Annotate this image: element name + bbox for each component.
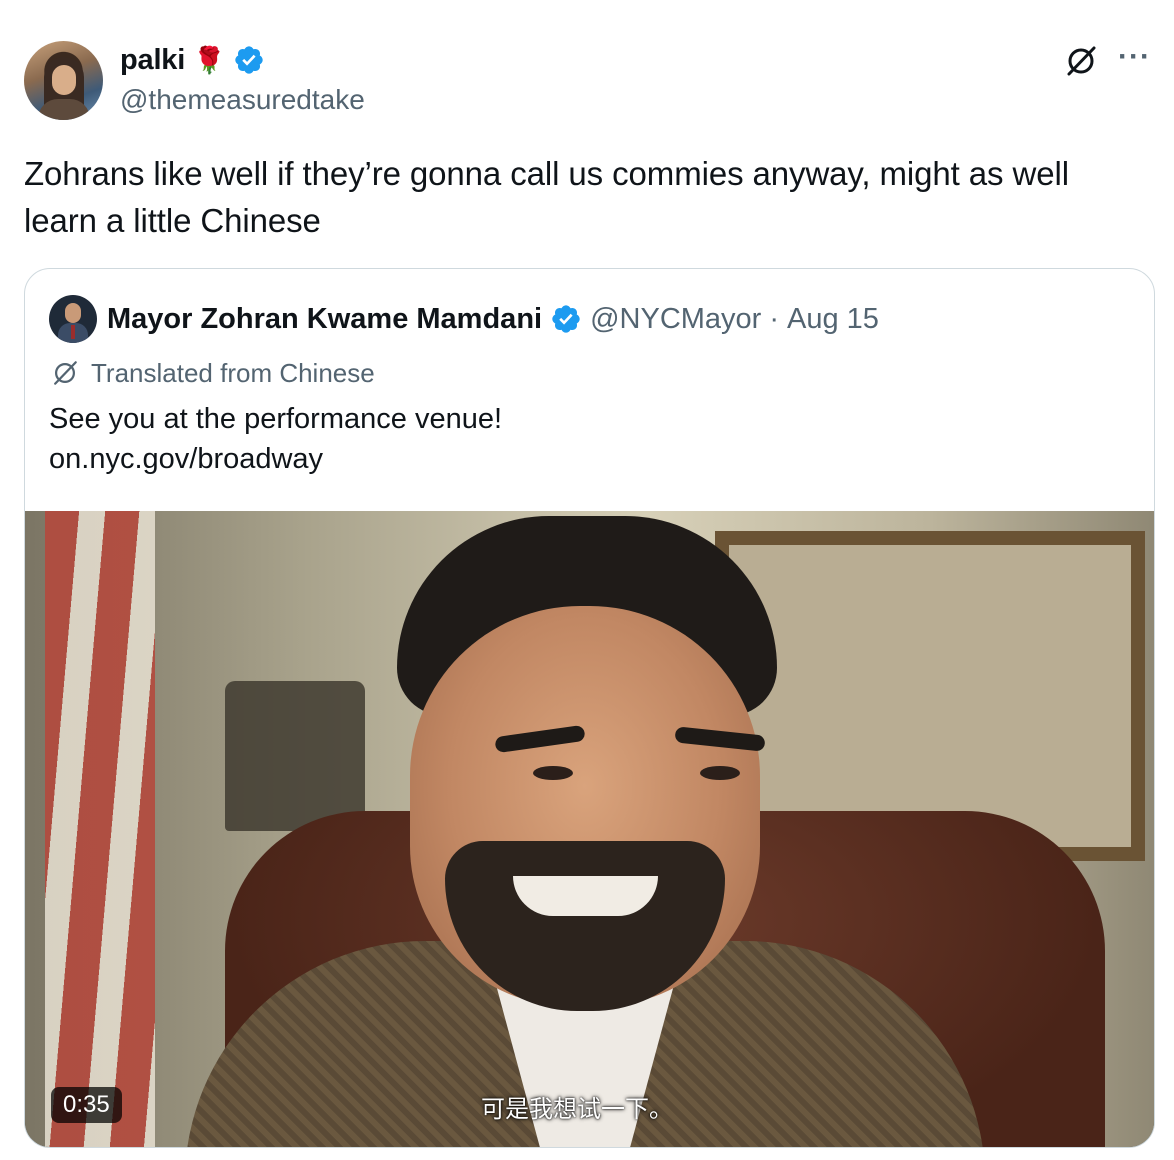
more-options-icon[interactable]: ··· (1118, 42, 1151, 72)
video-duration-badge: 0:35 (51, 1087, 122, 1123)
verified-badge-icon[interactable] (233, 44, 265, 76)
author-avatar[interactable] (24, 41, 103, 120)
quoted-author-name[interactable]: Mayor Zohran Kwame Mamdani (107, 303, 542, 336)
video-smile (513, 876, 658, 916)
grok-translate-icon (54, 361, 77, 385)
quoted-avatar-tie (71, 325, 75, 339)
translated-label: Translated from Chinese (91, 357, 375, 388)
verified-badge-icon[interactable] (550, 303, 582, 335)
video-flag (45, 511, 155, 1147)
quoted-post-date[interactable]: Aug 15 (787, 303, 879, 336)
grok-icon[interactable] (1063, 43, 1099, 79)
author-display-name[interactable]: palki (120, 44, 185, 77)
author-handle[interactable]: @themeasuredtake (120, 84, 365, 116)
quoted-avatar-face (65, 303, 81, 323)
video-subtitle: 可是我想试一下。 (481, 1095, 673, 1123)
quoted-post-text: See you at the performance venue! on.nyc… (49, 399, 502, 479)
video-player[interactable]: 0:35 可是我想试一下。 (25, 511, 1154, 1147)
separator-dot: · (769, 302, 780, 335)
avatar-face (52, 65, 76, 95)
video-lamp (225, 681, 365, 831)
video-eye-left (533, 766, 573, 780)
translation-notice: Translated from Chinese (49, 357, 375, 389)
video-eye-right (700, 766, 740, 780)
quoted-author-handle[interactable]: @NYCMayor (590, 303, 761, 336)
author-name-row: palki 🌹 (120, 42, 265, 78)
post-text: Zohrans like well if they’re gonna call … (24, 155, 1069, 239)
quoted-author-avatar[interactable] (49, 295, 97, 343)
quoted-text-line: See you at the performance venue! (49, 403, 503, 435)
quoted-post-header: Mayor Zohran Kwame Mamdani @NYCMayor · A… (107, 299, 879, 339)
rose-emoji: 🌹 (193, 45, 226, 75)
quoted-link[interactable]: on.nyc.gov/broadway (49, 439, 502, 479)
quoted-post-card[interactable]: Mayor Zohran Kwame Mamdani @NYCMayor · A… (24, 268, 1155, 1148)
